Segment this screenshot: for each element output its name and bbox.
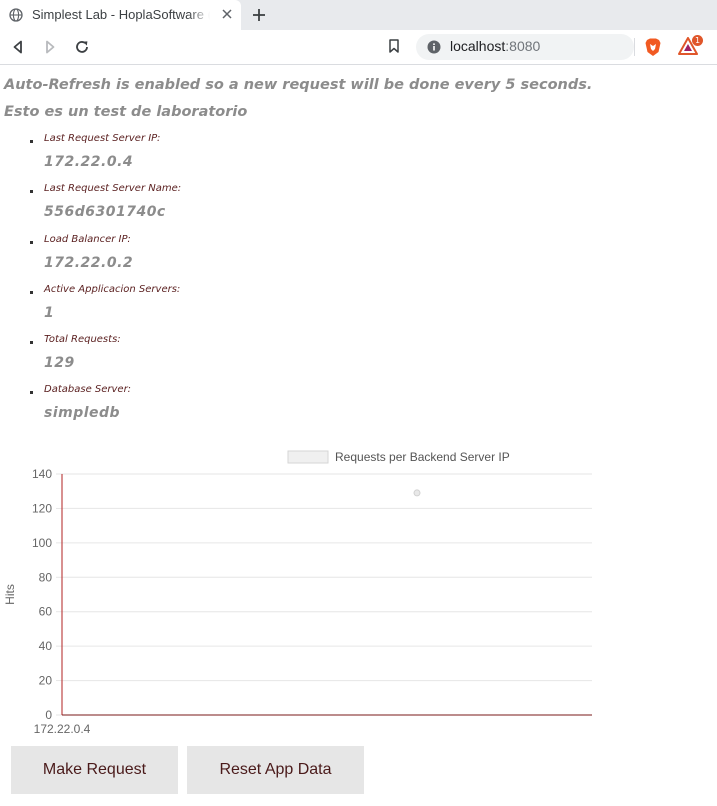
y-tick-label: 100 bbox=[32, 536, 52, 550]
back-icon[interactable] bbox=[10, 39, 26, 55]
reset-app-data-button[interactable]: Reset App Data bbox=[187, 746, 364, 794]
page-content: Auto-Refresh is enabled so a new request… bbox=[0, 65, 717, 806]
info-label: Total Requests: bbox=[44, 334, 121, 345]
reload-icon[interactable] bbox=[74, 39, 90, 55]
y-tick-label: 40 bbox=[39, 639, 53, 653]
legend-swatch bbox=[287, 450, 329, 464]
bullet bbox=[30, 291, 33, 294]
info-label: Last Request Server Name: bbox=[44, 183, 182, 194]
data-point bbox=[413, 489, 421, 497]
info-label: Load Balancer IP: bbox=[44, 234, 131, 245]
y-tick-label: 80 bbox=[39, 570, 53, 584]
globe-icon bbox=[9, 8, 23, 22]
brave-shields-icon[interactable] bbox=[644, 37, 662, 57]
bookmark-icon[interactable] bbox=[386, 38, 402, 54]
info-value: simpledb bbox=[44, 405, 121, 421]
forward-icon[interactable] bbox=[42, 39, 58, 55]
close-icon[interactable] bbox=[219, 6, 235, 22]
bullet bbox=[30, 391, 33, 394]
info-value: 556d6301740c bbox=[44, 204, 166, 220]
tab-strip: Simplest Lab - HoplaSoftware ( bbox=[0, 0, 717, 30]
x-tick-label: 172.22.0.4 bbox=[34, 722, 91, 736]
url-host: localhost bbox=[450, 38, 506, 54]
bullet bbox=[30, 241, 33, 244]
info-value: 1 bbox=[44, 305, 55, 321]
requests-chart: 0 20 40 60 80 100 120 140 Hits 172.22.0.4 Requests… bbox=[0, 443, 600, 743]
url-port: :8080 bbox=[505, 38, 541, 54]
info-label: Database Server: bbox=[44, 384, 132, 395]
y-axis-label: Hits bbox=[3, 584, 17, 605]
url-text: localhost:8080 bbox=[450, 38, 540, 54]
rewards-badge: 1 bbox=[692, 35, 703, 46]
legend-label: Requests per Backend Server IP bbox=[335, 450, 510, 464]
y-tick-label: 60 bbox=[39, 605, 53, 619]
tab-title: Simplest Lab - HoplaSoftware ( bbox=[32, 7, 210, 22]
make-request-button[interactable]: Make Request bbox=[11, 746, 178, 794]
browser-toolbar: localhost:8080 1 bbox=[0, 30, 717, 65]
bullet bbox=[30, 140, 33, 143]
info-value: 172.22.0.2 bbox=[44, 255, 134, 271]
y-tick-label: 0 bbox=[45, 708, 52, 722]
browser-tab[interactable]: Simplest Lab - HoplaSoftware ( bbox=[0, 0, 241, 30]
info-label: Active Applicacion Servers: bbox=[44, 284, 181, 295]
plus-icon[interactable] bbox=[250, 6, 268, 24]
info-value: 172.22.0.4 bbox=[44, 154, 134, 170]
info-value: 129 bbox=[44, 355, 75, 371]
info-label: Last Request Server IP: bbox=[44, 133, 161, 144]
bullet bbox=[30, 190, 33, 193]
lab-heading: Esto es un test de laboratorio bbox=[4, 104, 248, 120]
auto-refresh-notice: Auto-Refresh is enabled so a new request… bbox=[4, 77, 593, 93]
info-icon[interactable] bbox=[427, 40, 441, 54]
bullet bbox=[30, 341, 33, 344]
address-bar[interactable]: localhost:8080 bbox=[416, 34, 634, 60]
toolbar-divider bbox=[634, 38, 635, 56]
y-tick-label: 140 bbox=[32, 467, 52, 481]
chart-canvas: 0 20 40 60 80 100 120 140 Hits 172.22.0.4 Requests… bbox=[3, 450, 592, 736]
y-tick-label: 120 bbox=[32, 501, 52, 515]
y-tick-label: 20 bbox=[39, 674, 53, 688]
